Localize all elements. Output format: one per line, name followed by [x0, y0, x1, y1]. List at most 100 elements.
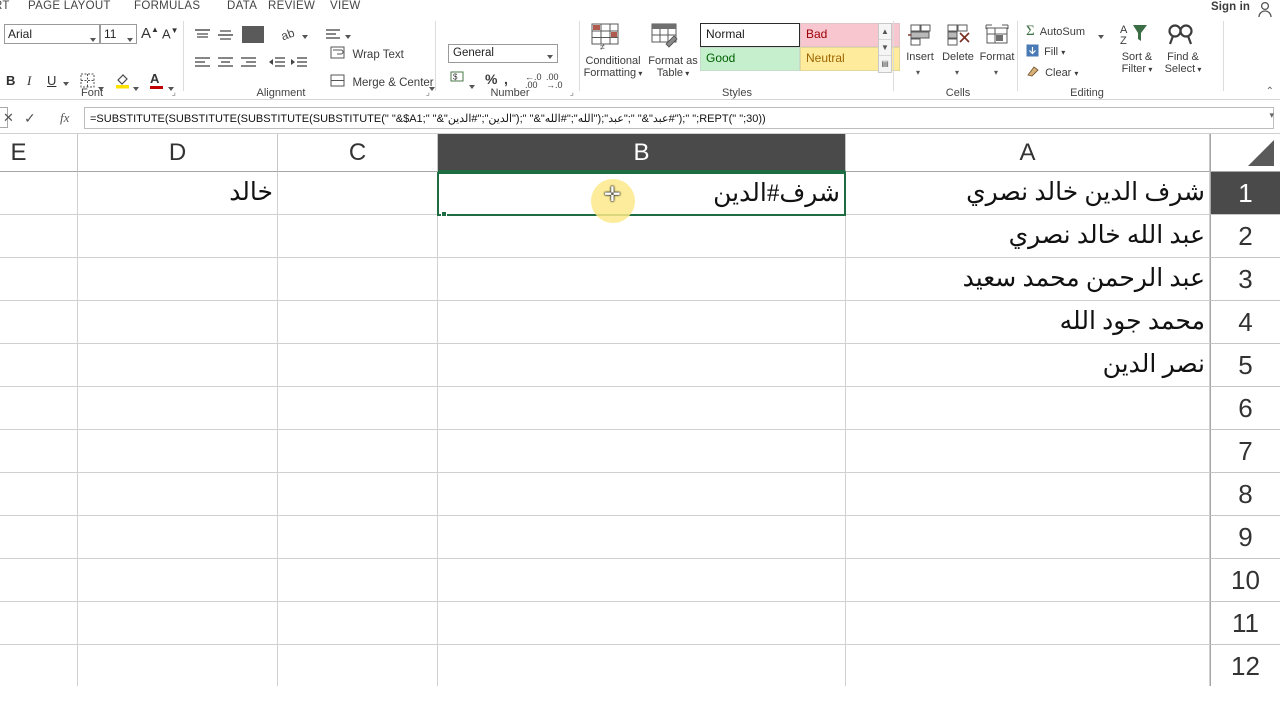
delete-cells-icon[interactable]: [945, 23, 973, 54]
cell-D12[interactable]: [78, 645, 278, 686]
cell-A6[interactable]: [846, 387, 1210, 430]
row-header-2[interactable]: 2: [1210, 215, 1280, 258]
cell-D7[interactable]: [78, 430, 278, 473]
format-as-table-button[interactable]: Format as Table ▾: [646, 55, 700, 79]
cell-B6[interactable]: [438, 387, 846, 430]
number-format-dropdown-icon[interactable]: [547, 50, 553, 62]
font-name-dropdown-icon[interactable]: [90, 31, 96, 45]
column-header-C[interactable]: C: [278, 134, 438, 172]
cell-B2[interactable]: [438, 215, 846, 258]
column-header-A[interactable]: A: [846, 134, 1210, 172]
alignment-dialog-launcher-icon[interactable]: ⌟: [426, 87, 430, 98]
fill-handle[interactable]: [441, 211, 447, 217]
cell-C10[interactable]: [278, 559, 438, 602]
cell-C11[interactable]: [278, 602, 438, 645]
cell-A9[interactable]: [846, 516, 1210, 559]
cell-C2[interactable]: [278, 215, 438, 258]
tab-insert[interactable]: RT: [0, 0, 10, 12]
cell-E1[interactable]: [0, 172, 78, 215]
tab-data[interactable]: DATA: [227, 0, 257, 12]
scroll-down-icon[interactable]: ▼: [879, 40, 891, 56]
insert-dropdown-icon[interactable]: ▾: [916, 68, 920, 77]
autosum-dropdown-icon[interactable]: [1098, 26, 1104, 44]
font-color-icon[interactable]: A: [150, 71, 163, 89]
cell-A12[interactable]: [846, 645, 1210, 686]
cell-E11[interactable]: [0, 602, 78, 645]
cell-E3[interactable]: [0, 258, 78, 301]
underline-button[interactable]: U: [47, 73, 56, 88]
cell-A2[interactable]: عبد الله خالد نصري: [846, 215, 1210, 258]
conditional-formatting-icon[interactable]: ≠: [590, 22, 624, 57]
cell-E5[interactable]: [0, 344, 78, 387]
text-direction-icon[interactable]: [324, 27, 342, 44]
person-icon[interactable]: [1254, 0, 1276, 18]
cell-D5[interactable]: [78, 344, 278, 387]
cell-B5[interactable]: [438, 344, 846, 387]
clear-button[interactable]: Clear ▾: [1026, 65, 1078, 79]
delete-dropdown-icon[interactable]: ▾: [955, 68, 959, 77]
format-dropdown-icon[interactable]: ▾: [994, 68, 998, 77]
cell-E2[interactable]: [0, 215, 78, 258]
sort-filter-button[interactable]: Sort & Filter ▾: [1114, 51, 1160, 75]
shrink-font-icon[interactable]: A▼: [162, 26, 179, 41]
cell-B1[interactable]: شرف#الدين: [437, 172, 846, 216]
autosum-button[interactable]: Σ AutoSum: [1026, 23, 1085, 40]
find-select-button[interactable]: Find & Select ▾: [1160, 51, 1206, 75]
row-header-11[interactable]: 11: [1210, 602, 1280, 645]
decrease-indent-icon[interactable]: [269, 56, 286, 73]
align-top-icon[interactable]: [194, 28, 211, 45]
percent-style-button[interactable]: %: [485, 71, 497, 87]
tab-review[interactable]: REVIEW: [268, 0, 315, 12]
cell-A7[interactable]: [846, 430, 1210, 473]
format-cells-button[interactable]: Format: [974, 51, 1020, 64]
column-header-D[interactable]: D: [78, 134, 278, 172]
collapse-ribbon-icon[interactable]: ⌃: [1266, 86, 1274, 97]
cell-B8[interactable]: [438, 473, 846, 516]
tab-view[interactable]: VIEW: [330, 0, 361, 12]
cell-D6[interactable]: [78, 387, 278, 430]
font-size-input[interactable]: 11: [100, 24, 137, 44]
cell-C7[interactable]: [278, 430, 438, 473]
cell-D2[interactable]: [78, 215, 278, 258]
tab-page-layout[interactable]: PAGE LAYOUT: [28, 0, 111, 12]
row-header-10[interactable]: 10: [1210, 559, 1280, 602]
bold-button[interactable]: B: [6, 73, 15, 88]
select-all-icon[interactable]: [1210, 134, 1280, 172]
row-header-5[interactable]: 5: [1210, 344, 1280, 387]
conditional-formatting-button[interactable]: Conditional Formatting ▾: [582, 55, 644, 79]
increase-indent-icon[interactable]: [291, 56, 308, 73]
cell-B4[interactable]: [438, 301, 846, 344]
expand-formula-bar-icon[interactable]: ▾: [1269, 110, 1274, 121]
cell-C5[interactable]: [278, 344, 438, 387]
column-header-B[interactable]: B: [438, 134, 846, 172]
cell-B9[interactable]: [438, 516, 846, 559]
sort-filter-icon[interactable]: A Z: [1120, 22, 1150, 53]
cell-C3[interactable]: [278, 258, 438, 301]
row-header-4[interactable]: 4: [1210, 301, 1280, 344]
cell-A11[interactable]: [846, 602, 1210, 645]
cell-C12[interactable]: [278, 645, 438, 686]
align-center-icon[interactable]: [217, 56, 234, 73]
number-format-select[interactable]: General: [448, 44, 558, 63]
cell-B11[interactable]: [438, 602, 846, 645]
cell-A5[interactable]: نصر الدين: [846, 344, 1210, 387]
scroll-up-icon[interactable]: ▲: [879, 24, 891, 40]
row-header-8[interactable]: 8: [1210, 473, 1280, 516]
cell-E4[interactable]: [0, 301, 78, 344]
cell-E7[interactable]: [0, 430, 78, 473]
orientation-dropdown-icon[interactable]: [302, 30, 308, 42]
sign-in-button[interactable]: Sign in: [1211, 1, 1250, 13]
text-direction-dropdown-icon[interactable]: [345, 30, 351, 42]
align-middle-icon[interactable]: [217, 28, 234, 45]
cell-C6[interactable]: [278, 387, 438, 430]
cell-D4[interactable]: [78, 301, 278, 344]
cell-E9[interactable]: [0, 516, 78, 559]
cell-D1[interactable]: خالد: [78, 172, 278, 215]
cell-A8[interactable]: [846, 473, 1210, 516]
cell-D9[interactable]: [78, 516, 278, 559]
cell-D10[interactable]: [78, 559, 278, 602]
cancel-icon[interactable]: ✕: [3, 110, 14, 126]
row-header-3[interactable]: 3: [1210, 258, 1280, 301]
format-as-table-icon[interactable]: [650, 22, 682, 57]
row-header-6[interactable]: 6: [1210, 387, 1280, 430]
